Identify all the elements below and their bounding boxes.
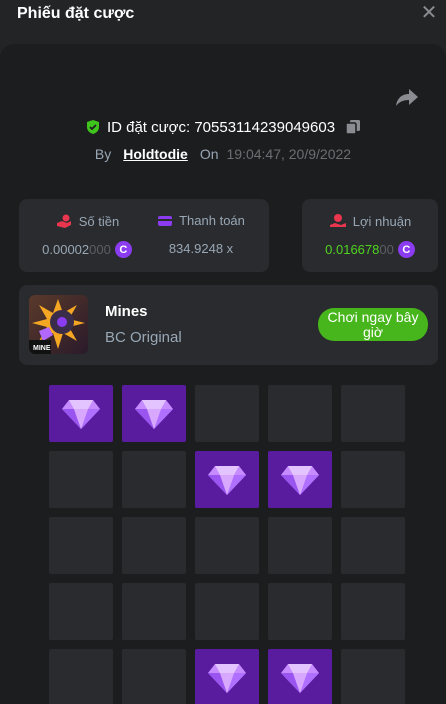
grid-cell-gem bbox=[195, 649, 259, 704]
stat-amount-value-trailing: 000 bbox=[89, 242, 111, 257]
gem-icon bbox=[208, 465, 246, 495]
grid-cell-empty bbox=[122, 649, 186, 704]
profit-icon bbox=[329, 214, 346, 227]
stat-profit: Lợi nhuận 0.016678 00 C bbox=[302, 199, 438, 272]
bet-meta-row: By Holdtodie On 19:04:47, 20/9/2022 bbox=[0, 144, 446, 164]
grid-cell-empty bbox=[341, 451, 405, 508]
grid-cell-empty bbox=[122, 451, 186, 508]
stat-payout-label: Thanh toán bbox=[179, 213, 245, 228]
play-now-button[interactable]: Chơi ngay bây giờ bbox=[318, 308, 428, 341]
grid-cell-empty bbox=[268, 583, 332, 640]
grid-cell-gem bbox=[195, 451, 259, 508]
grid-cell-empty bbox=[195, 517, 259, 574]
share-icon[interactable] bbox=[395, 86, 419, 108]
gem-icon bbox=[62, 399, 100, 429]
stat-amount-label: Số tiền bbox=[78, 213, 120, 229]
stat-payout: Thanh toán 834.9248 x bbox=[133, 199, 269, 272]
bet-id: ID đặt cược: 70553114239049603 bbox=[106, 118, 336, 136]
gem-icon bbox=[281, 663, 319, 693]
close-icon[interactable]: ✕ bbox=[420, 3, 438, 23]
grid-cell-empty bbox=[268, 517, 332, 574]
grid-cell-empty bbox=[341, 649, 405, 704]
stat-profit-label: Lợi nhuận bbox=[352, 213, 412, 229]
gem-icon bbox=[135, 399, 173, 429]
shield-icon bbox=[86, 120, 99, 134]
game-name: Mines bbox=[105, 303, 148, 320]
grid-cell-empty bbox=[341, 385, 405, 442]
grid-cell-empty bbox=[195, 385, 259, 442]
grid-cell-empty bbox=[49, 451, 113, 508]
money-hand-icon bbox=[56, 214, 71, 228]
stat-profit-value: 0.016678 bbox=[325, 242, 380, 257]
bet-id-row: ID đặt cược: 70553114239049603 bbox=[0, 116, 446, 138]
modal-header: Phiếu đặt cược ✕ bbox=[0, 0, 446, 30]
grid-cell-empty bbox=[195, 583, 259, 640]
stat-payout-value: 834.9248 x bbox=[168, 241, 234, 256]
grid-cell-empty bbox=[341, 583, 405, 640]
grid-cell-empty bbox=[268, 385, 332, 442]
grid-cell-gem bbox=[49, 385, 113, 442]
game-provider: BC Original bbox=[105, 329, 182, 346]
on-label: On bbox=[199, 146, 219, 162]
by-label: By bbox=[94, 146, 112, 162]
grid-cell-empty bbox=[49, 517, 113, 574]
grid-cell-empty bbox=[341, 517, 405, 574]
bet-timestamp: 19:04:47, 20/9/2022 bbox=[226, 146, 352, 162]
grid-cell-empty bbox=[122, 517, 186, 574]
stat-amount-value: 0.00002 bbox=[42, 242, 90, 257]
stat-profit-value-trailing: 00 bbox=[379, 242, 394, 257]
game-card: MINE Mines BC Original Chơi ngay bây giờ bbox=[19, 285, 438, 365]
grid-cell-gem bbox=[122, 385, 186, 442]
bet-stats: Số tiền 0.00002 000 C Thanh toán 834.9248… bbox=[19, 199, 438, 272]
grid-cell-empty bbox=[49, 649, 113, 704]
mine-bomb-icon: MINE bbox=[29, 299, 85, 354]
game-thumb-label: MINE bbox=[33, 345, 51, 352]
copy-icon[interactable] bbox=[345, 119, 361, 135]
gem-icon bbox=[281, 465, 319, 495]
grid-cell-gem bbox=[268, 649, 332, 704]
coin-icon: C bbox=[397, 241, 415, 258]
grid-cell-empty bbox=[49, 583, 113, 640]
wallet-icon bbox=[158, 215, 173, 226]
grid-cell-empty bbox=[122, 583, 186, 640]
username-link[interactable]: Holdtodie bbox=[123, 146, 188, 162]
game-thumbnail[interactable]: MINE bbox=[29, 295, 88, 354]
gem-icon bbox=[208, 663, 246, 693]
modal-title: Phiếu đặt cược bbox=[17, 5, 135, 22]
coin-icon: C bbox=[114, 241, 132, 258]
grid-cell-gem bbox=[268, 451, 332, 508]
